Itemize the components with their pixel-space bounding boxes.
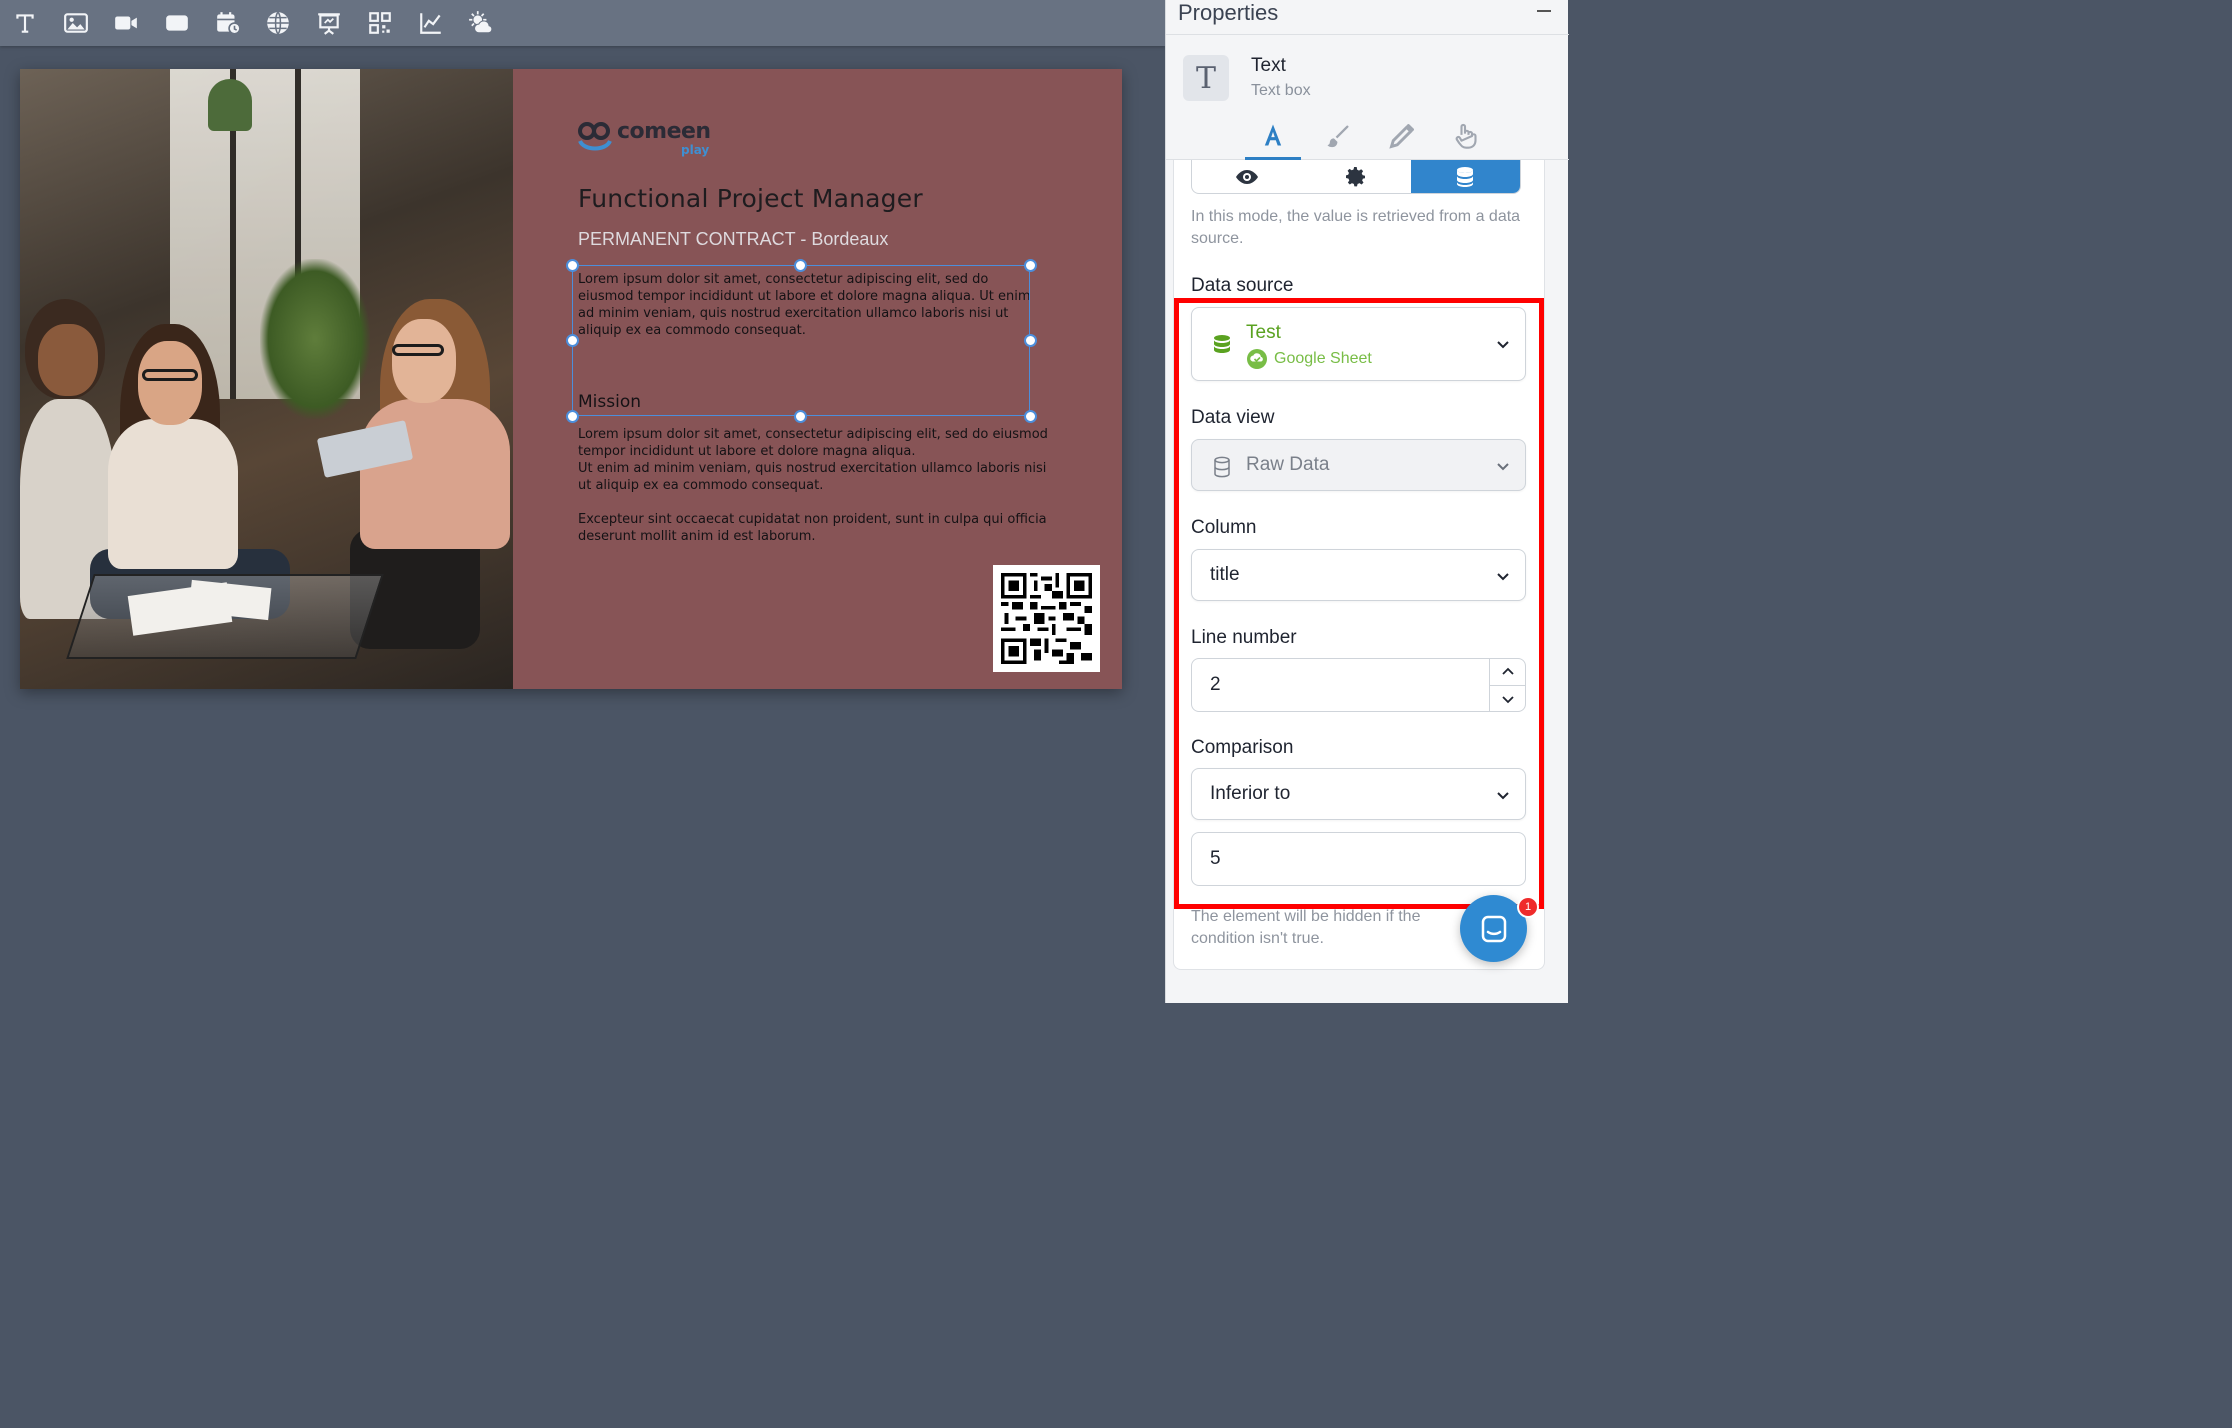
chevron-down-icon [1497,463,1509,471]
gear-icon [1345,166,1365,186]
mode-visibility[interactable] [1192,160,1301,193]
data-view-value: Raw Data [1246,454,1330,475]
element-type-name: Text [1251,55,1286,76]
column-label: Column [1191,517,1257,538]
tab-edit[interactable] [1374,112,1430,160]
properties-tabs [1166,112,1569,160]
text-tool-icon[interactable] [11,9,39,37]
chevron-up-icon [1502,667,1514,675]
logo-sub: play [681,143,710,157]
properties-card: In this mode, the value is retrieved fro… [1173,160,1545,970]
element-type-desc: Text box [1251,82,1311,99]
data-source-provider: Google Sheet [1246,348,1372,370]
mode-settings[interactable] [1301,160,1410,193]
decrement-button[interactable] [1490,685,1526,711]
job-subtitle[interactable]: PERMANENT CONTRACT - Bordeaux [578,229,888,250]
properties-header: Properties [1166,0,1569,35]
job-title[interactable]: Functional Project Manager [578,184,923,213]
hidden-condition-hint: The element will be hidden if the condit… [1191,908,1421,947]
mode-help-text: In this mode, the value is retrieved fro… [1191,208,1521,247]
logo-text: comeen [617,119,711,144]
resize-handle-bottom-right[interactable] [1024,410,1037,423]
properties-title: Properties [1178,0,1279,25]
chevron-down-icon [1497,341,1509,349]
comeen-logo[interactable]: comeen play [577,119,711,157]
presentation-tool-icon[interactable] [315,9,343,37]
tab-style[interactable] [1310,112,1366,160]
line-number-label: Line number [1191,627,1297,648]
comparison-value: 5 [1210,848,1221,869]
calendar-tool-icon[interactable] [214,9,242,37]
pencil-icon [1389,124,1414,149]
database-icon [1214,456,1230,478]
mission-text[interactable]: Lorem ipsum dolor sit amet, consectetur … [578,426,1053,545]
resize-handle-top[interactable] [794,259,807,272]
column-value: title [1210,564,1240,585]
chat-icon [1481,915,1506,942]
web-tool-icon[interactable] [264,9,292,37]
resize-handle-top-left[interactable] [566,259,579,272]
notification-badge: 1 [1517,896,1539,918]
data-source-select[interactable]: Test Google Sheet [1191,307,1526,381]
increment-button[interactable] [1490,659,1526,685]
image-tool-icon[interactable] [62,9,90,37]
tab-interaction[interactable] [1437,112,1493,160]
value-mode-switch [1191,160,1521,194]
mode-data-source[interactable] [1410,160,1520,193]
eye-icon [1235,169,1258,184]
text-type-icon: T [1183,55,1229,101]
comeen-logo-icon [578,122,612,151]
resize-handle-left[interactable] [566,334,579,347]
text-format-icon [1264,124,1282,145]
data-source-provider-name: Google Sheet [1274,350,1372,367]
comparison-operator-select[interactable]: Inferior to [1191,768,1526,820]
data-source-name: Test [1246,322,1281,343]
data-source-label: Data source [1191,275,1294,296]
line-number-stepper [1489,659,1526,711]
resize-handle-bottom[interactable] [794,410,807,423]
database-icon [1457,166,1474,187]
office-photo[interactable] [20,69,513,689]
tab-text[interactable] [1245,112,1301,160]
selection-box[interactable] [572,265,1030,416]
resize-handle-bottom-left[interactable] [566,410,579,423]
pointer-hand-icon [1455,123,1477,149]
chevron-down-icon [1497,792,1509,800]
resize-handle-top-right[interactable] [1024,259,1037,272]
qrcode-tool-icon[interactable] [366,9,394,37]
line-number-input[interactable]: 2 [1191,658,1526,712]
shape-tool-icon[interactable] [163,9,191,37]
resize-handle-right[interactable] [1024,334,1037,347]
brush-icon [1327,125,1349,148]
column-select[interactable]: title [1191,549,1526,601]
comparison-label: Comparison [1191,737,1294,758]
cloud-sync-icon [1247,349,1267,369]
qr-code-image [1001,573,1092,664]
photo-lamp [208,79,252,131]
database-icon [1214,335,1230,353]
qr-code[interactable] [993,565,1100,672]
photo-plant [260,259,370,419]
line-number-value: 2 [1210,674,1221,695]
weather-tool-icon[interactable] [467,9,495,37]
element-toolbar [0,0,1165,46]
collapse-icon[interactable] [1537,10,1551,12]
chevron-down-icon [1502,695,1514,703]
chevron-down-icon [1497,573,1509,581]
video-tool-icon[interactable] [112,9,140,37]
chart-tool-icon[interactable] [417,9,445,37]
comparison-operator-value: Inferior to [1210,783,1291,804]
properties-panel: Properties T Text Text box In this mode,… [1165,0,1569,1003]
comparison-value-input[interactable]: 5 [1191,832,1526,886]
data-view-label: Data view [1191,407,1275,428]
data-view-select[interactable]: Raw Data [1191,439,1526,491]
